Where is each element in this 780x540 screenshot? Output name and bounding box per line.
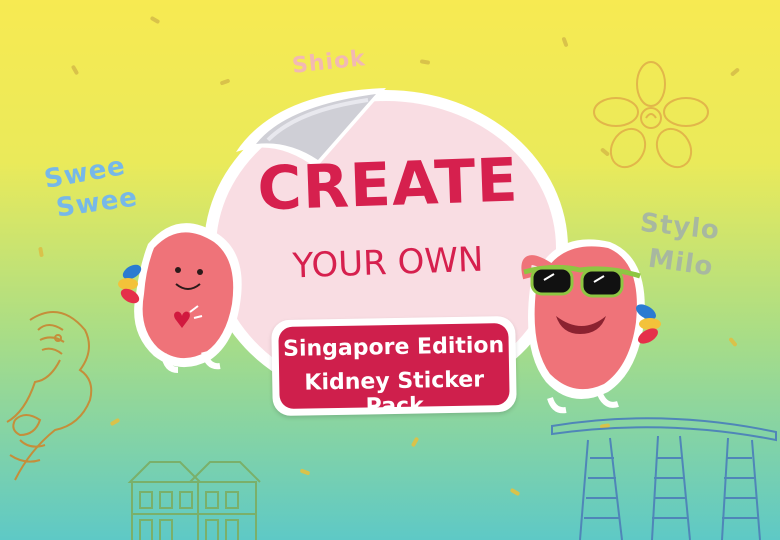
confetti-dash [219, 78, 231, 86]
confetti-dash [410, 436, 420, 448]
confetti-dash [70, 64, 80, 76]
orchid-icon [593, 61, 709, 169]
title-create: CREATE [256, 145, 520, 225]
kidney-mascot-icon [118, 223, 242, 373]
confetti-dash [509, 487, 521, 497]
shiok-doodle-text: Shiok [290, 46, 367, 79]
confetti-dash [38, 246, 44, 258]
confetti-dash [149, 15, 161, 25]
banner-inner: Singapore Edition Kidney Sticker Pack [278, 322, 510, 419]
kidney-mascot-sunglasses-icon [521, 239, 661, 414]
merlion-icon [6, 311, 93, 481]
confetti-dash [419, 59, 431, 65]
sticker-pack-banner: Shiok Swee Swee Stylo Milo CREATE YOUR O… [0, 0, 780, 540]
shophouse-icon [127, 461, 261, 540]
confetti-dash [299, 468, 311, 476]
banner-edition-text: Singapore Edition [282, 333, 505, 362]
sticker-pack-banner-label: Singapore Edition Kidney Sticker Pack [271, 315, 517, 419]
confetti-dash [109, 417, 121, 427]
banner-pack-text: Kidney Sticker Pack [304, 367, 485, 420]
confetti-dash [729, 67, 741, 77]
confetti-dash [728, 336, 738, 348]
marina-bay-sands-icon [551, 417, 777, 540]
confetti-dash [561, 36, 569, 48]
